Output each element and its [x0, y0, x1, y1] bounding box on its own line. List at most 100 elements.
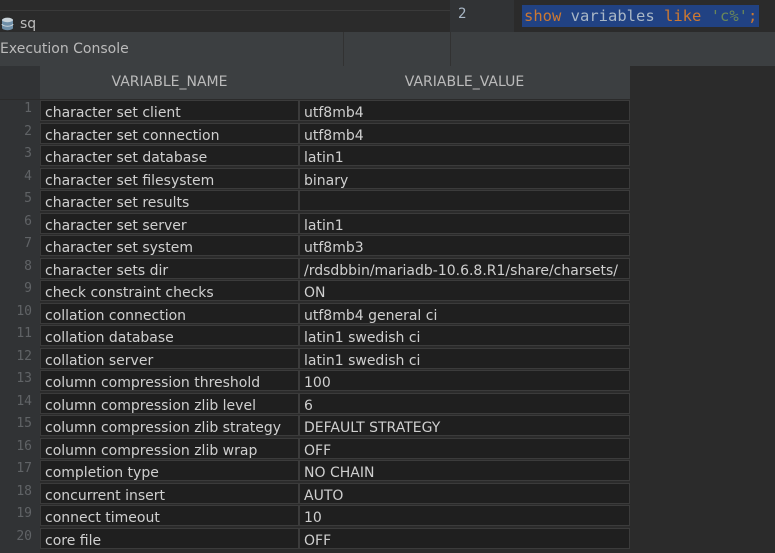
cell-variable-name[interactable]: character sets dir: [40, 257, 299, 279]
cell-variable-name[interactable]: character set client: [40, 100, 299, 121]
table-row[interactable]: 2 character set connection utf8mb4: [0, 122, 630, 144]
row-number[interactable]: 6: [0, 213, 32, 234]
row-number[interactable]: 10: [0, 303, 32, 324]
row-number[interactable]: 4: [0, 168, 32, 189]
table-row[interactable]: 11 collation database latin1 swedish ci: [0, 325, 630, 346]
table-row[interactable]: 17 completion type NO CHAIN: [0, 460, 630, 481]
table-row[interactable]: 8 character sets dir/rdsdbbin/mariadb-10.…: [0, 257, 630, 279]
table-row[interactable]: 15 column compression zlib strategy DEFAUL…: [0, 415, 630, 436]
row-number[interactable]: 17: [0, 460, 32, 481]
cell-variable-name[interactable]: connect timeout: [40, 505, 299, 526]
table-row[interactable]: 20 core file OFF: [0, 527, 630, 549]
cell-variable-name[interactable]: completion type: [40, 460, 299, 481]
cell-variable-value[interactable]: utf8mb4: [299, 122, 630, 144]
cell-variable-name[interactable]: character set server: [40, 212, 299, 234]
row-number[interactable]: 9: [0, 280, 32, 301]
cell-variable-value[interactable]: NO CHAIN: [299, 460, 630, 481]
table-row[interactable]: 3 character set database latin1: [0, 145, 630, 166]
cell-variable-name[interactable]: character set results: [40, 190, 299, 211]
toolbar-divider: [343, 32, 344, 66]
table-row[interactable]: 19 connect timeout 10: [0, 505, 630, 526]
toolbar-divider: [450, 32, 451, 66]
console-toolbar: Execution Console: [0, 32, 775, 67]
row-number[interactable]: 8: [0, 258, 32, 279]
cell-variable-value[interactable]: ON: [299, 280, 630, 301]
table-row[interactable]: 12 collation server latin1 swedish ci: [0, 347, 630, 369]
table-row[interactable]: 1 character set client utf8mb4: [0, 100, 630, 121]
cell-variable-value[interactable]: DEFAULT STRATEGY: [299, 415, 630, 436]
row-number[interactable]: 11: [0, 325, 32, 346]
cell-variable-value[interactable]: utf8mb4: [299, 100, 630, 121]
cell-variable-value[interactable]: /rdsdbbin/mariadb-10.6.8.R1/share/charse…: [299, 257, 630, 279]
grid-corner[interactable]: [0, 66, 40, 100]
sql-statement[interactable]: show variables like 'c%';: [522, 5, 760, 27]
cell-variable-name[interactable]: column compression zlib level: [40, 392, 299, 414]
results-grid[interactable]: VARIABLE_NAME VARIABLE_VALUE 1 character …: [0, 66, 775, 553]
cell-variable-value[interactable]: latin1: [299, 145, 630, 166]
cell-variable-name[interactable]: character set connection: [40, 122, 299, 144]
database-icon: [1, 16, 14, 31]
table-row[interactable]: 7 character set system utf8mb3: [0, 235, 630, 256]
keyword-like: like: [664, 7, 702, 25]
column-header-variable-name[interactable]: VARIABLE_NAME: [40, 66, 300, 99]
row-number[interactable]: 13: [0, 370, 32, 391]
row-number[interactable]: 7: [0, 235, 32, 256]
cell-variable-value[interactable]: latin1: [299, 212, 630, 234]
console-title[interactable]: Execution Console: [0, 41, 129, 57]
row-number[interactable]: 18: [0, 483, 32, 504]
row-number[interactable]: 5: [0, 190, 32, 211]
cell-variable-name[interactable]: check constraint checks: [40, 280, 299, 301]
table-row[interactable]: 14 column compression zlib level 6: [0, 392, 630, 414]
row-number[interactable]: 3: [0, 145, 32, 166]
cell-variable-value[interactable]: utf8mb3: [299, 235, 630, 256]
table-row[interactable]: 6 character set server latin1: [0, 212, 630, 234]
cell-variable-value[interactable]: OFF: [299, 527, 630, 549]
keyword-show: show: [524, 7, 562, 25]
cell-variable-value[interactable]: [299, 190, 630, 211]
row-number[interactable]: 20: [0, 528, 32, 549]
cell-variable-name[interactable]: character set database: [40, 145, 299, 166]
table-row[interactable]: 13 column compression threshold 100: [0, 370, 630, 391]
cell-variable-name[interactable]: collation server: [40, 347, 299, 369]
cell-variable-name[interactable]: character set filesystem: [40, 167, 299, 189]
cell-variable-value[interactable]: OFF: [299, 437, 630, 459]
cell-variable-name[interactable]: collation database: [40, 325, 299, 346]
table-row[interactable]: 9 check constraint checks ON: [0, 280, 630, 301]
cell-variable-value[interactable]: 6: [299, 392, 630, 414]
cell-variable-value[interactable]: AUTO: [299, 482, 630, 504]
identifier-variables: variables: [570, 7, 655, 25]
tree-separator: [0, 10, 450, 11]
row-number[interactable]: 1: [0, 100, 32, 121]
row-number[interactable]: 14: [0, 393, 32, 414]
string-pattern: 'c%': [710, 7, 749, 25]
row-number[interactable]: 19: [0, 505, 32, 526]
cell-variable-value[interactable]: 10: [299, 505, 630, 526]
cell-variable-name[interactable]: core file: [40, 527, 299, 549]
cell-variable-name[interactable]: concurrent insert: [40, 482, 299, 504]
tree-item-label[interactable]: sq: [20, 15, 36, 33]
editor-strip: sq 2 show variables like 'c%';: [0, 0, 775, 32]
statement-terminator: ;: [748, 7, 758, 25]
grid-empty-area: [630, 99, 775, 553]
cell-variable-name[interactable]: column compression threshold: [40, 370, 299, 391]
column-header-variable-value[interactable]: VARIABLE_VALUE: [299, 66, 631, 99]
cell-variable-value[interactable]: latin1 swedish ci: [299, 325, 630, 346]
cell-variable-name[interactable]: character set system: [40, 235, 299, 256]
line-number: 2: [458, 6, 467, 22]
row-number[interactable]: 12: [0, 348, 32, 369]
cell-variable-value[interactable]: latin1 swedish ci: [299, 347, 630, 369]
cell-variable-value[interactable]: binary: [299, 167, 630, 189]
table-row[interactable]: 10 collation connection utf8mb4 general ci: [0, 302, 630, 324]
cell-variable-name[interactable]: column compression zlib strategy: [40, 415, 299, 436]
table-row[interactable]: 4 character set filesystem binary: [0, 167, 630, 189]
cell-variable-value[interactable]: utf8mb4 general ci: [299, 302, 630, 324]
table-row[interactable]: 5 character set results: [0, 190, 630, 211]
table-row[interactable]: 18 concurrent insert AUTO: [0, 482, 630, 504]
cell-variable-name[interactable]: collation connection: [40, 302, 299, 324]
row-number[interactable]: 16: [0, 438, 32, 459]
cell-variable-value[interactable]: 100: [299, 370, 630, 391]
table-row[interactable]: 16 column compression zlib wrap OFF: [0, 437, 630, 459]
row-number[interactable]: 15: [0, 415, 32, 436]
cell-variable-name[interactable]: column compression zlib wrap: [40, 437, 299, 459]
row-number[interactable]: 2: [0, 123, 32, 144]
